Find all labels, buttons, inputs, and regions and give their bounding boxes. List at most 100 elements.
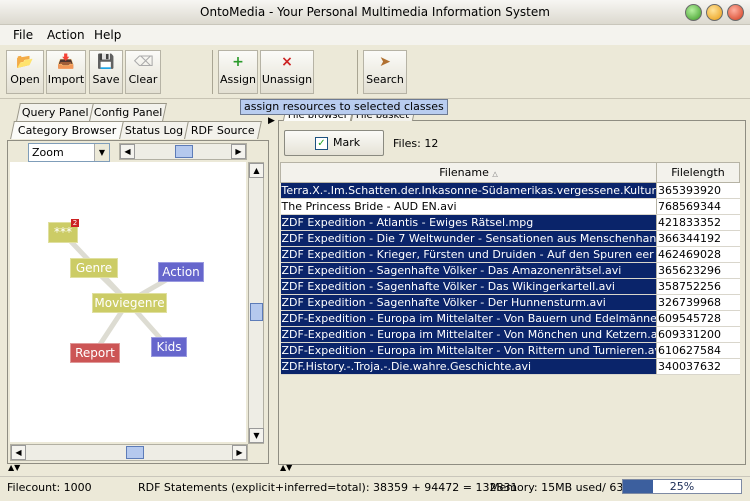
scroll-left-icon[interactable]: ◀ (11, 445, 26, 460)
memory-status: Memory: 15MB used/ 63... (490, 481, 634, 494)
checkbox-checked-icon: ✓ (315, 137, 328, 150)
table-row[interactable]: The Princess Bride - AUD EN.avi 768569344 (280, 198, 740, 215)
folder-open-icon: 📂 (16, 54, 34, 70)
chevron-down-icon: ▼ (94, 144, 109, 161)
filelength-cell[interactable]: 462469028 (656, 246, 740, 263)
table-row[interactable]: ZDF-Expedition - Europa im Mittelalter -… (280, 310, 740, 327)
scroll-thumb[interactable] (126, 446, 144, 459)
window-title: OntoMedia - Your Personal Multimedia Inf… (200, 5, 550, 19)
splitter-arrow-icon[interactable]: ▶ (268, 116, 275, 126)
menu-action[interactable]: Action (47, 28, 85, 42)
mark-toggle-button[interactable]: ✓ Mark (284, 130, 384, 156)
unassign-button[interactable]: × Unassign (260, 50, 314, 94)
scroll-thumb[interactable] (175, 145, 193, 158)
import-button[interactable]: 📥 Import (46, 50, 86, 94)
filelength-cell[interactable]: 366344192 (656, 230, 740, 247)
filelength-cell[interactable]: 365623296 (656, 262, 740, 279)
scroll-left-icon[interactable]: ◀ (120, 144, 135, 159)
filelength-cell[interactable]: 326739968 (656, 294, 740, 311)
filelength-cell[interactable]: 609331200 (656, 326, 740, 343)
filelength-cell[interactable]: 340037632 (656, 358, 740, 375)
file-table: Filename △ Filelength Terra.X.-.Im.Schat… (280, 162, 740, 375)
tab-rdf-source[interactable]: RDF Source (184, 121, 262, 139)
column-header-filename[interactable]: Filename △ (280, 162, 657, 183)
filelength-cell[interactable]: 365393920 (656, 182, 740, 199)
table-row[interactable]: ZDF-Expedition - Europa im Mittelalter -… (280, 326, 740, 343)
menu-file[interactable]: File (13, 28, 33, 42)
filename-cell[interactable]: ZDF-Expedition - Europa im Mittelalter -… (280, 342, 657, 359)
assign-tooltip: assign resources to selected classes (240, 99, 448, 115)
filename-cell[interactable]: ZDF Expedition - Krieger, Fürsten und Dr… (280, 246, 657, 263)
table-row[interactable]: ZDF.History.-.Troja.-.Die.wahre.Geschich… (280, 358, 740, 375)
table-row[interactable]: ZDF Expedition - Sagenhafte Völker - Das… (280, 262, 740, 279)
tab-config-panel[interactable]: Config Panel (89, 103, 167, 121)
close-icon[interactable] (727, 4, 744, 21)
scroll-right-icon[interactable]: ▶ (231, 144, 246, 159)
minimize-icon[interactable] (685, 4, 702, 21)
filename-cell[interactable]: ZDF Expedition - Sagenhafte Völker - Das… (280, 262, 657, 279)
column-header-filelength[interactable]: Filelength (656, 162, 740, 183)
open-button[interactable]: 📂 Open (6, 50, 44, 94)
graph-node-moviegenre[interactable]: Moviegenre (92, 293, 167, 313)
filelength-cell[interactable]: 768569344 (656, 198, 740, 215)
clear-button[interactable]: ⌫ Clear (125, 50, 161, 94)
table-row[interactable]: ZDF Expedition - Krieger, Fürsten und Dr… (280, 246, 740, 263)
filelength-cell[interactable]: 421833352 (656, 214, 740, 231)
splitter-arrows-icon[interactable]: ▲▼ (8, 463, 20, 472)
filelength-cell[interactable]: 609545728 (656, 310, 740, 327)
assign-button[interactable]: + Assign (218, 50, 258, 94)
splitter-arrows-icon[interactable]: ▲▼ (280, 463, 292, 472)
files-count: Files: 12 (393, 137, 439, 150)
filename-cell[interactable]: ZDF Expedition - Atlantis - Ewiges Rätse… (280, 214, 657, 231)
table-row[interactable]: ZDF Expedition - Sagenhafte Völker - Der… (280, 294, 740, 311)
graph-node-report[interactable]: Report (70, 343, 120, 363)
table-row[interactable]: Terra.X.-.Im.Schatten.der.Inkasonne-Süda… (280, 182, 740, 199)
scroll-down-icon[interactable]: ▼ (249, 428, 264, 443)
menu-help[interactable]: Help (94, 28, 121, 42)
filename-cell[interactable]: ZDF Expedition - Sagenhafte Völker - Das… (280, 278, 657, 295)
menu-bar: File Action Help (0, 25, 750, 45)
progress-label: 25% (669, 480, 695, 493)
zoom-select[interactable]: Zoom ▼ (28, 143, 110, 162)
tab-query-panel[interactable]: Query Panel (16, 103, 94, 121)
graph-horizontal-scrollbar[interactable]: ◀ ▶ (10, 444, 248, 461)
toolbar: 📂 Open 📥 Import 💾 Save ⌫ Clear + Assign … (0, 46, 750, 99)
eraser-icon: ⌫ (134, 54, 154, 70)
graph-node-action[interactable]: Action (158, 262, 204, 282)
table-row[interactable]: ZDF Expedition - Sagenhafte Völker - Das… (280, 278, 740, 295)
toolbar-separator (212, 50, 213, 94)
filelength-cell[interactable]: 358752256 (656, 278, 740, 295)
rdf-statements-status: RDF Statements (explicit+inferred=total)… (138, 481, 518, 494)
category-graph[interactable]: *** 2 Genre Action Moviegenre Report Kid… (10, 162, 246, 442)
import-icon: 📥 (57, 54, 75, 70)
node-badge: 2 (71, 219, 79, 227)
zoom-scrollbar[interactable]: ◀ ▶ (119, 143, 247, 160)
table-row[interactable]: ZDF-Expedition - Europa im Mittelalter -… (280, 342, 740, 359)
assign-plus-icon: + (232, 54, 244, 70)
graph-node-genre[interactable]: Genre (70, 258, 118, 278)
tab-status-log[interactable]: Status Log (119, 121, 189, 139)
filename-cell[interactable]: ZDF.History.-.Troja.-.Die.wahre.Geschich… (280, 358, 657, 375)
filename-cell[interactable]: The Princess Bride - AUD EN.avi (280, 198, 657, 215)
toolbar-separator (357, 50, 358, 94)
scroll-right-icon[interactable]: ▶ (232, 445, 247, 460)
filename-cell[interactable]: Terra.X.-.Im.Schatten.der.Inkasonne-Süda… (280, 182, 657, 199)
maximize-icon[interactable] (706, 4, 723, 21)
search-rocket-icon: ➤ (379, 54, 391, 70)
graph-node-kids[interactable]: Kids (151, 337, 187, 357)
scroll-thumb[interactable] (250, 303, 263, 321)
scroll-up-icon[interactable]: ▲ (249, 163, 264, 178)
tab-category-browser[interactable]: Category Browser (10, 121, 124, 139)
table-row[interactable]: ZDF Expedition - Atlantis - Ewiges Rätse… (280, 214, 740, 231)
filename-cell[interactable]: ZDF-Expedition - Europa im Mittelalter -… (280, 326, 657, 343)
search-button[interactable]: ➤ Search (363, 50, 407, 94)
save-button[interactable]: 💾 Save (89, 50, 123, 94)
memory-progress-bar: 25% (622, 479, 742, 494)
sort-ascending-icon: △ (492, 170, 498, 178)
filelength-cell[interactable]: 610627584 (656, 342, 740, 359)
graph-vertical-scrollbar[interactable]: ▲ ▼ (248, 162, 264, 444)
filename-cell[interactable]: ZDF-Expedition - Europa im Mittelalter -… (280, 310, 657, 327)
filename-cell[interactable]: ZDF Expedition - Die 7 Weltwunder - Sens… (280, 230, 657, 247)
filename-cell[interactable]: ZDF Expedition - Sagenhafte Völker - Der… (280, 294, 657, 311)
table-row[interactable]: ZDF Expedition - Die 7 Weltwunder - Sens… (280, 230, 740, 247)
